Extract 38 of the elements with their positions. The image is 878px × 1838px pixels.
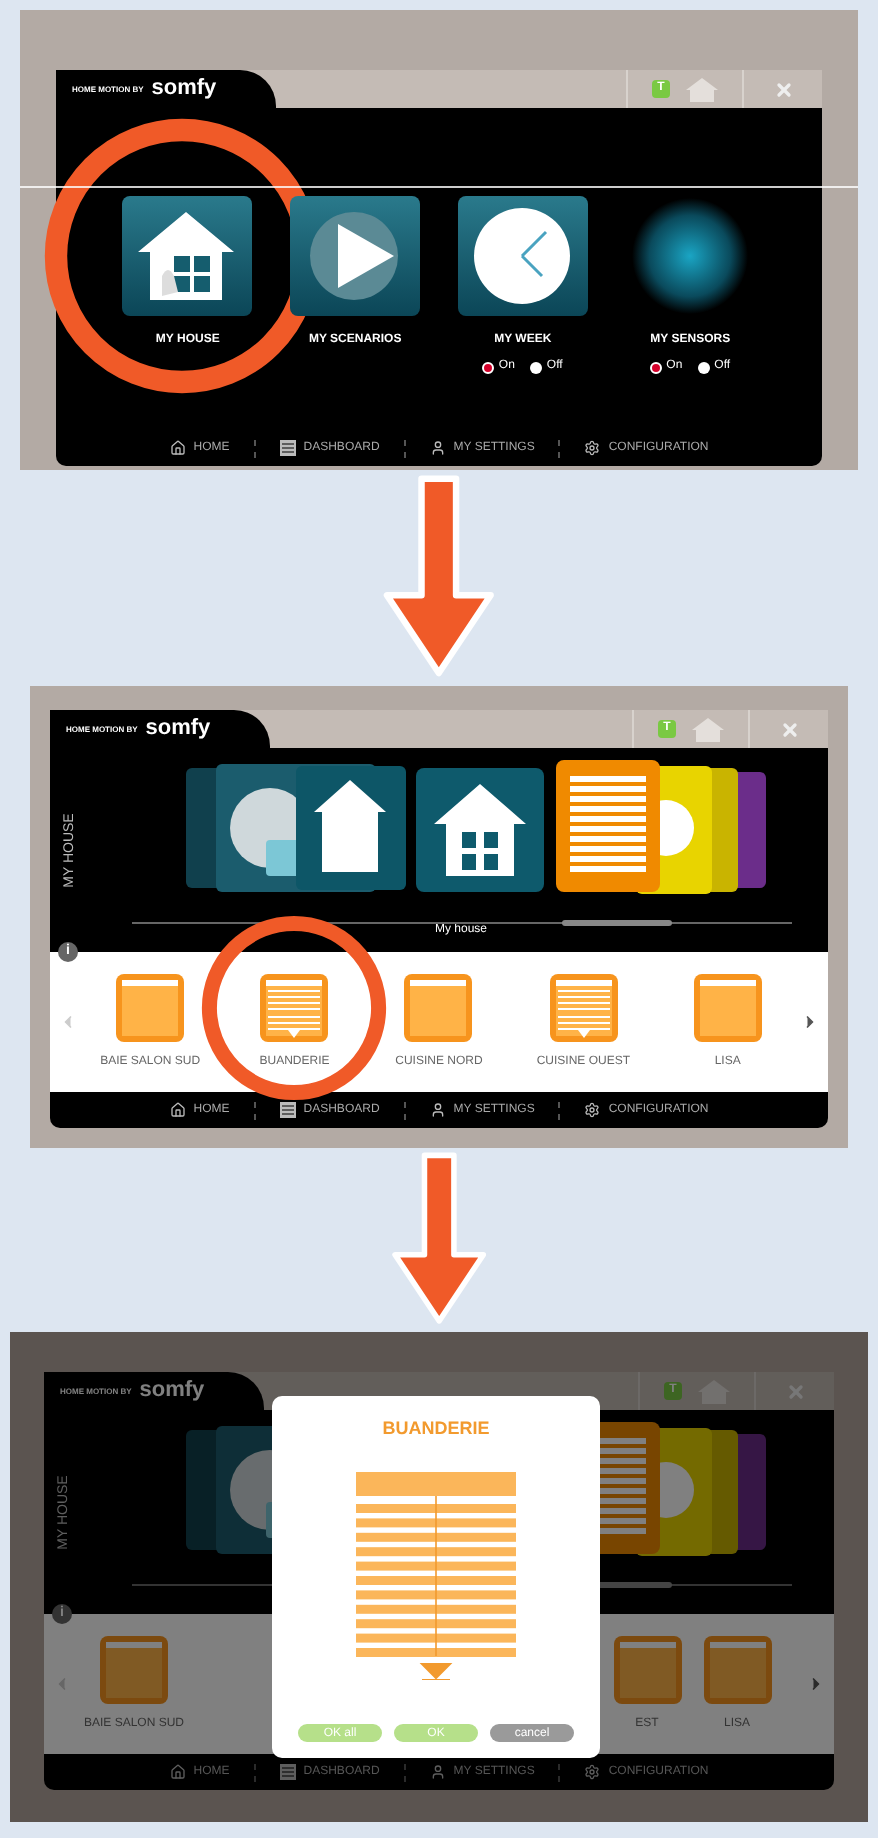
brand-logo: somfy (139, 1380, 205, 1402)
blind-icon[interactable] (613, 1635, 681, 1703)
radio-button[interactable] (482, 361, 495, 373)
list-icon (279, 1102, 296, 1118)
closed-blind-drawing[interactable] (354, 1471, 518, 1679)
person-icon (429, 440, 446, 456)
home-icon (169, 440, 186, 456)
gear-icon (584, 1102, 601, 1118)
blind-icon[interactable] (116, 973, 185, 1041)
gear-icon (584, 1764, 601, 1780)
house-icon[interactable] (692, 717, 724, 741)
blind-icon[interactable] (549, 973, 618, 1041)
blind-icon[interactable] (693, 973, 762, 1041)
carousel-scrollbar[interactable] (131, 922, 791, 924)
close-icon[interactable] (785, 1381, 805, 1401)
brand-logo: somfy (151, 78, 217, 100)
house-tile-icon[interactable] (122, 196, 253, 316)
close-icon[interactable] (773, 79, 793, 99)
blind-icon[interactable] (260, 973, 329, 1041)
person-icon (429, 1764, 446, 1780)
clock-tile-icon[interactable] (457, 196, 588, 316)
home-icon (169, 1764, 186, 1780)
radio-button[interactable] (698, 361, 711, 373)
radio-button[interactable] (650, 361, 663, 373)
brand-logo: somfy (145, 718, 211, 740)
blind-icon[interactable] (100, 1635, 168, 1703)
list-icon (279, 440, 296, 456)
radio-button[interactable] (530, 361, 543, 373)
house-icon[interactable] (686, 77, 718, 101)
blind-icon[interactable] (404, 973, 473, 1041)
blind-icon[interactable] (703, 1635, 771, 1703)
close-icon[interactable] (779, 719, 799, 739)
gear-icon (584, 440, 601, 456)
list-icon (279, 1764, 296, 1780)
home-icon (169, 1102, 186, 1118)
person-icon (429, 1102, 446, 1118)
play-tile-icon[interactable] (290, 196, 421, 316)
dialog-title: BUANDERIE (382, 1416, 490, 1442)
